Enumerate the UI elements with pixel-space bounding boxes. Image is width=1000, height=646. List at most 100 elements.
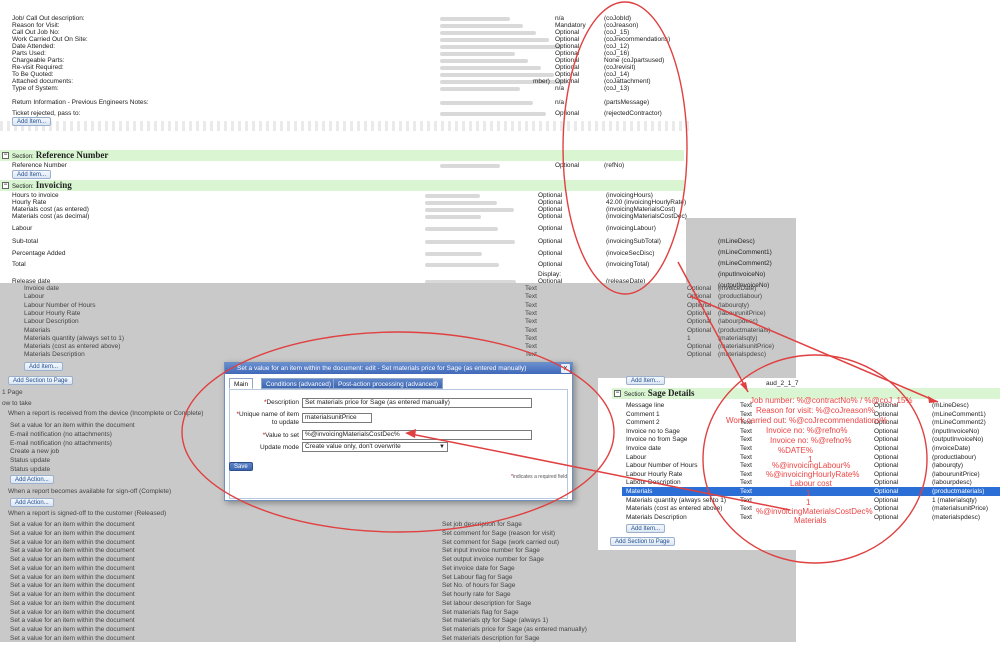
- add-item-button[interactable]: Add Item...: [12, 170, 52, 179]
- annotation-text: Invoice no: %@refno%: [766, 426, 848, 435]
- section-prefix: Section:: [624, 392, 646, 398]
- right-code: (mLineDesc): [718, 238, 755, 245]
- action-description: Set No. of hours for Sage: [442, 582, 516, 590]
- action-item[interactable]: Status update: [10, 465, 50, 474]
- action-item[interactable]: Set a value for an item within the docum…: [10, 538, 135, 547]
- section-prefix: Section:: [12, 154, 34, 160]
- tab-post-action[interactable]: Post-action processing (advanced): [333, 378, 444, 389]
- table-row-code: (invoicingMaterialsCostDec): [606, 213, 687, 220]
- blurred-value: [440, 59, 528, 63]
- section-invoicing[interactable]: − Section: Invoicing: [0, 180, 684, 191]
- action-item[interactable]: Set a value for an item within the docum…: [10, 555, 135, 564]
- action-item[interactable]: Set a value for an item within the docum…: [10, 634, 135, 643]
- action-item[interactable]: E-mail notification (no attachments): [10, 439, 112, 448]
- job-details-table: Job/ Call Out description: n/a (coJobId) Re…: [0, 12, 684, 130]
- action-item[interactable]: E-mail notification (no attachments): [10, 430, 112, 439]
- table-row-label: Materials cost (as decimal): [12, 213, 90, 220]
- table-row-requirement: Optional: [555, 110, 580, 117]
- action-item[interactable]: Set a value for an item within the docum…: [10, 616, 135, 625]
- how-to-take: ow to take: [2, 400, 32, 407]
- action-description: Set invoice date for Sage: [442, 564, 515, 572]
- tab-conditions[interactable]: Conditions (advanced): [261, 378, 337, 389]
- collapse-icon[interactable]: −: [614, 390, 621, 397]
- chevron-down-icon: ▼: [439, 444, 445, 450]
- action-item[interactable]: Set a value for an item within the docum…: [10, 546, 135, 555]
- table-row-requirement: Optional: [538, 250, 563, 257]
- action-item[interactable]: Set a value for an item within the docum…: [10, 573, 135, 582]
- table-row-label: Percentage Added: [12, 250, 66, 257]
- action-item[interactable]: Set a value for an item within the docum…: [10, 421, 135, 430]
- add-item-button[interactable]: Add Item...: [626, 376, 666, 385]
- table-row-label: Return Information - Previous Engineers …: [12, 99, 149, 106]
- annotation-text: Job number: %@contractNo% / %@coJ_15%: [750, 396, 913, 405]
- row-requirement: Optional: [874, 513, 899, 521]
- action-item[interactable]: Set a value for an item within the docum…: [10, 529, 135, 538]
- action-description: Set output invoice number for Sage: [442, 556, 544, 563]
- annotation-text: 1: [806, 489, 811, 498]
- right-code: (inputInvoiceNo): [718, 271, 766, 278]
- unique-name-field[interactable]: materialsunitPrice: [302, 413, 372, 423]
- value-field[interactable]: %@invoicingMaterialsCostDec%: [302, 430, 532, 440]
- dialog-title-text: Set a value for an item within the docum…: [237, 365, 527, 372]
- table-row-requirement: Optional: [555, 162, 580, 169]
- table-row-requirement: Optional: [538, 261, 563, 268]
- blurred-value: [440, 101, 533, 105]
- value-label-text: Value to set: [265, 432, 299, 439]
- torn-edge-top: [0, 121, 690, 131]
- blurred-value: [440, 45, 562, 49]
- add-item-button[interactable]: Add Item...: [12, 117, 52, 126]
- unique-name-label-2: to update: [271, 419, 299, 426]
- action-description: Set hourly rate for Sage: [442, 591, 511, 598]
- page-label: 1 Page: [2, 389, 23, 396]
- collapse-icon[interactable]: −: [2, 152, 9, 159]
- annotation-text: Labour cost: [790, 479, 832, 488]
- add-section-button[interactable]: Add Section to Page: [8, 376, 73, 385]
- table-row-requirement: Optional: [538, 213, 563, 220]
- update-mode-value: Create value only, don't overwrite: [305, 443, 401, 450]
- add-action-button[interactable]: Add Action...: [10, 498, 54, 507]
- row-type: Text: [740, 513, 752, 521]
- edit-action-dialog[interactable]: Set a value for an item within the docum…: [224, 362, 573, 501]
- action-item[interactable]: Set a value for an item within the docum…: [10, 520, 135, 529]
- section-reference-number[interactable]: − Section: Reference Number: [0, 150, 684, 161]
- action-item[interactable]: Status update: [10, 456, 50, 465]
- action-item[interactable]: Create a new job: [10, 447, 59, 456]
- blurred-value: [425, 208, 514, 212]
- table-row-code: (invoicingLabour): [606, 225, 656, 232]
- add-item-button[interactable]: Add Item...: [626, 524, 666, 533]
- action-item[interactable]: Set a value for an item within the docum…: [10, 581, 135, 590]
- table-row-requirement: Optional: [538, 238, 563, 245]
- table-row-code: (invoiceSecDisc): [606, 250, 655, 257]
- action-item[interactable]: Set a value for an item within the docum…: [10, 625, 135, 634]
- description-label-text: Description: [266, 399, 299, 406]
- annotation-text: %@invoicingMaterialsCostDec%: [756, 507, 873, 516]
- blurred-value: [425, 240, 515, 244]
- description-field[interactable]: Set materials price for Sage (as entered…: [302, 398, 532, 408]
- add-item-button[interactable]: Add Item...: [24, 362, 64, 371]
- action-item[interactable]: Set a value for an item within the docum…: [10, 564, 135, 573]
- close-icon[interactable]: x: [561, 364, 570, 373]
- row-label: Materials Description: [626, 513, 687, 521]
- action-item[interactable]: Set a value for an item within the docum…: [10, 599, 135, 608]
- add-action-button[interactable]: Add Action...: [10, 475, 54, 484]
- blurred-value: [425, 194, 480, 198]
- list-item-code: (materialspdesc): [718, 351, 767, 359]
- tab-main[interactable]: Main: [229, 378, 254, 389]
- update-mode-label: Update mode: [259, 444, 299, 451]
- action-item[interactable]: Set a value for an item within the docum…: [10, 608, 135, 617]
- add-section-button[interactable]: Add Section to Page: [610, 537, 675, 546]
- save-button[interactable]: Save: [229, 462, 253, 471]
- description-label: *Description: [225, 399, 299, 407]
- table-row-code: (invoicingSubTotal): [606, 238, 661, 245]
- required-note: *indicates a required field: [511, 474, 567, 480]
- collapse-icon[interactable]: −: [2, 182, 9, 189]
- table-row-code: (invoicingTotal): [606, 261, 650, 268]
- blurred-value: [440, 73, 554, 77]
- action-item[interactable]: Set a value for an item within the docum…: [10, 590, 135, 599]
- unique-name-label-text: Unique name of item: [239, 411, 299, 418]
- section-title: Invoicing: [35, 180, 72, 190]
- table-row-label: Total: [12, 261, 26, 268]
- update-mode-select[interactable]: Create value only, don't overwrite ▼: [302, 442, 448, 452]
- table-row-requirement: n/a: [555, 99, 565, 106]
- blurred-value: [425, 215, 481, 219]
